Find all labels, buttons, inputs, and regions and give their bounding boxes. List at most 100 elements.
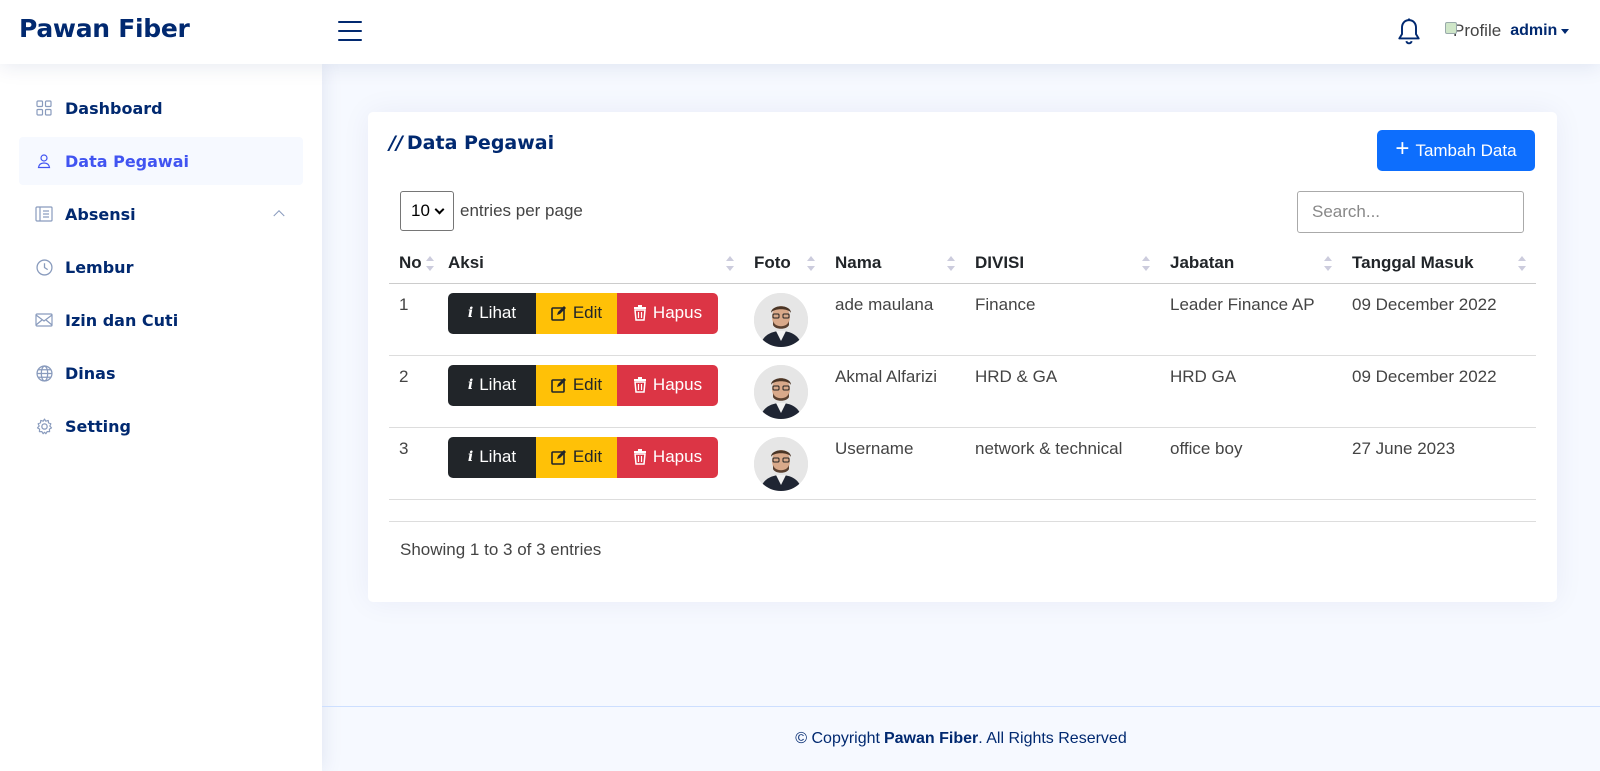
pencil-square-icon [551,378,566,393]
sidebar-item-label: Dashboard [65,98,163,118]
column-header-aksi[interactable]: Aksi [438,243,744,284]
sidebar-item-label: Setting [65,416,131,436]
table-row: 1 i Lihat Edit Hapus ade maulana Finance … [389,283,1536,356]
cell-foto [744,355,825,428]
sidebar-item-label: Dinas [65,363,116,383]
cell-jabatan: HRD GA [1160,355,1342,428]
chevron-up-icon [273,210,285,217]
info-icon: i [467,377,474,393]
sidebar-item-label: Absensi [65,204,136,224]
profile-dropdown[interactable]: Profile admin [1444,21,1570,41]
cell-nama: ade maulana [825,283,965,356]
view-button[interactable]: i Lihat [448,436,536,478]
cell-jabatan: office boy [1160,427,1342,500]
chevron-down-icon [434,204,445,214]
edit-button[interactable]: Edit [536,436,617,478]
pegawai-table: No Aksi Foto Nama DIVISI Jabatan Tanggal… [389,243,1536,500]
title-prefix: // [389,132,403,154]
column-header-foto[interactable]: Foto [744,243,825,284]
table-row: 2 i Lihat Edit Hapus Akmal Alfarizi HRD &… [389,355,1536,428]
cell-no: 1 [389,283,438,356]
delete-button[interactable]: Hapus [617,364,718,406]
cell-jabatan: Leader Finance AP [1160,283,1342,356]
cell-tanggal-masuk: 09 December 2022 [1342,355,1536,428]
notification-bell-icon[interactable] [1396,18,1422,46]
employee-photo [754,436,808,491]
data-pegawai-card: //Data Pegawai + Tambah Data 10 entries … [368,112,1557,602]
delete-button[interactable]: Hapus [617,436,718,478]
sidebar-item-dashboard[interactable]: Dashboard [19,84,303,132]
column-header-nama[interactable]: Nama [825,243,965,284]
copyright-suffix: . All Rights Reserved [978,730,1127,747]
search-input[interactable]: Search... [1297,191,1524,233]
menu-toggle-icon[interactable] [338,21,362,43]
column-header-no[interactable]: No [389,243,438,284]
brand-logo[interactable]: Pawan Fiber [19,14,190,43]
page-title: //Data Pegawai [389,132,554,154]
globe-icon [35,364,53,382]
edit-button[interactable]: Edit [536,364,617,406]
sort-icon [1324,256,1334,271]
sidebar-item-dinas[interactable]: Dinas [19,349,303,397]
sort-icon [426,256,436,271]
cell-nama: Akmal Alfarizi [825,355,965,428]
entries-per-page-select[interactable]: 10 [400,191,454,231]
sidebar-item-absensi[interactable]: Absensi [19,190,303,238]
sort-icon [947,256,957,271]
caret-down-icon [1561,28,1570,34]
grid-icon [35,99,53,117]
cell-aksi: i Lihat Edit Hapus [438,283,744,356]
sidebar-item-izin-dan-cuti[interactable]: Izin dan Cuti [19,296,303,344]
edit-button[interactable]: Edit [536,292,617,334]
cell-divisi: HRD & GA [965,355,1160,428]
profile-avatar: Profile [1444,21,1501,41]
cell-no: 2 [389,355,438,428]
sort-icon [1142,256,1152,271]
view-button[interactable]: i Lihat [448,292,536,334]
delete-button[interactable]: Hapus [617,292,718,334]
cell-nama: Username [825,427,965,500]
trash-icon [633,305,646,321]
column-header-divisi[interactable]: DIVISI [965,243,1160,284]
cell-foto [744,283,825,356]
sidebar-item-label: Lembur [65,257,134,277]
copyright-brand: Pawan Fiber [883,730,979,747]
column-header-jabatan[interactable]: Jabatan [1160,243,1342,284]
sidebar-item-data-pegawai[interactable]: Data Pegawai [19,137,303,185]
sidebar-item-label: Izin dan Cuti [65,310,179,330]
trash-icon [633,377,646,393]
sidebar-item-lembur[interactable]: Lembur [19,243,303,291]
pencil-square-icon [551,450,566,465]
entries-info: Showing 1 to 3 of 3 entries [400,540,602,559]
cell-aksi: i Lihat Edit Hapus [438,427,744,500]
entries-per-page-label: entries per page [460,201,583,220]
table-header-row: No Aksi Foto Nama DIVISI Jabatan Tanggal… [389,243,1536,284]
employee-photo [754,364,808,419]
cell-divisi: network & technical [965,427,1160,500]
table-footer-divider [389,521,1536,522]
view-button[interactable]: i Lihat [448,364,536,406]
pencil-square-icon [551,306,566,321]
table-row: 3 i Lihat Edit Hapus Username network & t… [389,427,1536,500]
profile-username: admin [1510,22,1558,39]
add-data-button[interactable]: + Tambah Data [1377,130,1535,171]
sidebar-item-setting[interactable]: Setting [19,402,303,450]
sort-icon [807,256,817,271]
sort-icon [1518,256,1528,271]
cell-tanggal-masuk: 27 June 2023 [1342,427,1536,500]
copyright-prefix: © Copyright [795,730,880,747]
add-data-label: Tambah Data [1415,140,1517,160]
info-icon: i [467,449,474,465]
envelope-icon [35,311,53,329]
title-text: Data Pegawai [406,132,555,154]
cell-tanggal-masuk: 09 December 2022 [1342,283,1536,356]
cell-foto [744,427,825,500]
info-icon: i [467,305,474,321]
trash-icon [633,449,646,465]
column-header-tanggal-masuk[interactable]: Tanggal Masuk [1342,243,1536,284]
journal-icon [35,205,53,223]
person-icon [35,152,53,170]
cell-divisi: Finance [965,283,1160,356]
gear-icon [35,417,53,435]
clock-icon [35,258,53,276]
